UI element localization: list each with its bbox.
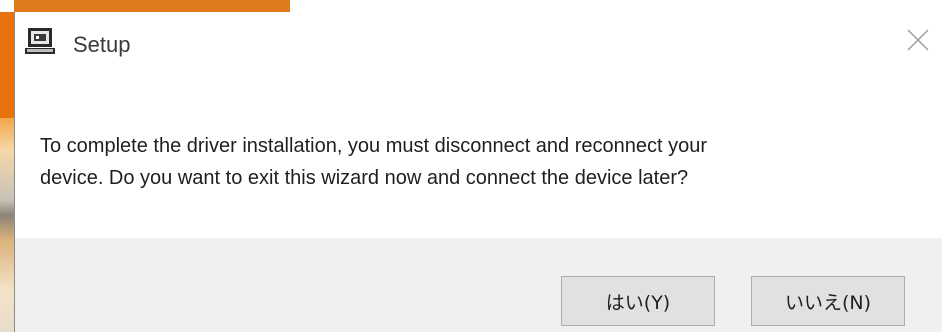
- window-title: Setup: [73, 32, 131, 57]
- button-bar: はい(Y) いいえ(N): [15, 238, 942, 332]
- title-bar[interactable]: Setup: [15, 12, 942, 72]
- message-line-2: device. Do you want to exit this wizard …: [40, 167, 689, 189]
- no-button[interactable]: いいえ(N): [751, 276, 905, 326]
- screen: Setup To complete the driver installatio…: [0, 0, 942, 332]
- yes-button[interactable]: はい(Y): [561, 276, 715, 326]
- background-window-strip: [0, 0, 14, 332]
- close-icon: [906, 28, 930, 57]
- dialog-message: To complete the driver installation, you…: [40, 130, 920, 194]
- setup-dialog: Setup To complete the driver installatio…: [14, 12, 942, 332]
- computer-setup-icon: [25, 26, 55, 56]
- background-window-top-strip: [0, 0, 290, 12]
- close-button[interactable]: [900, 24, 936, 60]
- message-line-1: To complete the driver installation, you…: [40, 135, 708, 157]
